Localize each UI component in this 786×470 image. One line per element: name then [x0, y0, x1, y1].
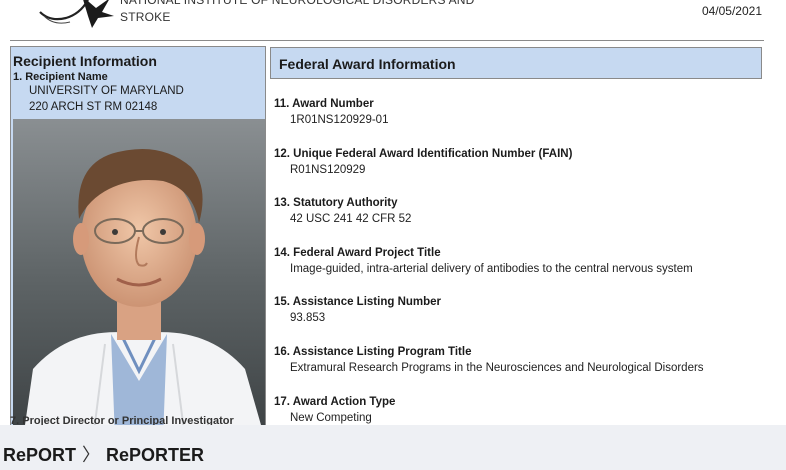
- field-label: 13. Statutory Authority: [274, 197, 398, 210]
- agency-name-line2: Stroke: [120, 10, 171, 24]
- recipient-address: 220 ARCH ST RM 02148: [29, 101, 158, 113]
- award-action-type-field: 17. Award Action Type New Competing: [274, 395, 774, 425]
- breadcrumb-current[interactable]: RePORTER: [106, 445, 204, 465]
- recipient-name: UNIVERSITY OF MARYLAND: [29, 85, 184, 97]
- investigator-photo: [13, 119, 265, 425]
- agency-name: National Institute of Neurological Disor…: [120, 0, 475, 26]
- field-value: 93.853: [290, 312, 326, 325]
- field-value: 42 USC 241 42 CFR 52: [290, 213, 412, 226]
- award-date: 04/05/2021: [701, 4, 762, 18]
- breadcrumb: RePORT 〉 RePORTER: [3, 441, 204, 467]
- assistance-listing-title-field: 16. Assistance Listing Program Title Ext…: [274, 345, 774, 395]
- field-label: 11. Award Number: [274, 98, 374, 110]
- header-divider: [10, 40, 764, 41]
- field-value: New Competing: [290, 411, 372, 424]
- award-fields: 11. Award Number 1R01NS120929-01 12. Uni…: [274, 97, 774, 425]
- pi-label-partial: 7. Project Director or Principal Investi…: [10, 415, 234, 425]
- breadcrumb-separator-icon: 〉: [82, 445, 101, 465]
- project-title-field: 14. Federal Award Project Title Image-gu…: [274, 246, 774, 296]
- statutory-authority-field: 13. Statutory Authority 42 USC 241 42 CF…: [274, 196, 774, 246]
- field-value: Extramural Research Programs in the Neur…: [290, 361, 704, 374]
- recipient-name-label: 1. Recipient Name: [13, 71, 108, 83]
- recipient-title: Recipient Information: [13, 53, 157, 69]
- recipient-panel: Recipient Information 1. Recipient Name …: [10, 46, 266, 425]
- breadcrumb-bar: RePORT 〉 RePORTER: [0, 425, 786, 470]
- field-value: Image-guided, intra-arterial delivery of…: [290, 262, 693, 275]
- field-label: 17. Award Action Type: [274, 395, 396, 408]
- agency-name-line1: National Institute of Neurological Disor…: [120, 0, 475, 7]
- field-label: 14. Federal Award Project Title: [274, 246, 441, 259]
- fain-field: 12. Unique Federal Award Identification …: [274, 147, 774, 197]
- field-label: 15. Assistance Listing Number: [274, 296, 442, 309]
- nih-eagle-logo-icon: [39, 0, 114, 28]
- award-document: National Institute of Neurological Disor…: [0, 0, 786, 425]
- field-label: 16. Assistance Listing Program Title: [274, 345, 472, 358]
- field-label: 12. Unique Federal Award Identification …: [274, 147, 573, 160]
- federal-award-header: Federal Award Information: [270, 47, 762, 79]
- field-value: 1R01NS120929-01: [290, 114, 389, 126]
- award-number-field: 11. Award Number 1R01NS120929-01: [274, 97, 774, 147]
- breadcrumb-root-link[interactable]: RePORT: [3, 445, 76, 465]
- field-value: R01NS120929: [290, 163, 366, 176]
- federal-award-title: Federal Award Information: [279, 56, 456, 72]
- assistance-listing-number-field: 15. Assistance Listing Number 93.853: [274, 295, 774, 345]
